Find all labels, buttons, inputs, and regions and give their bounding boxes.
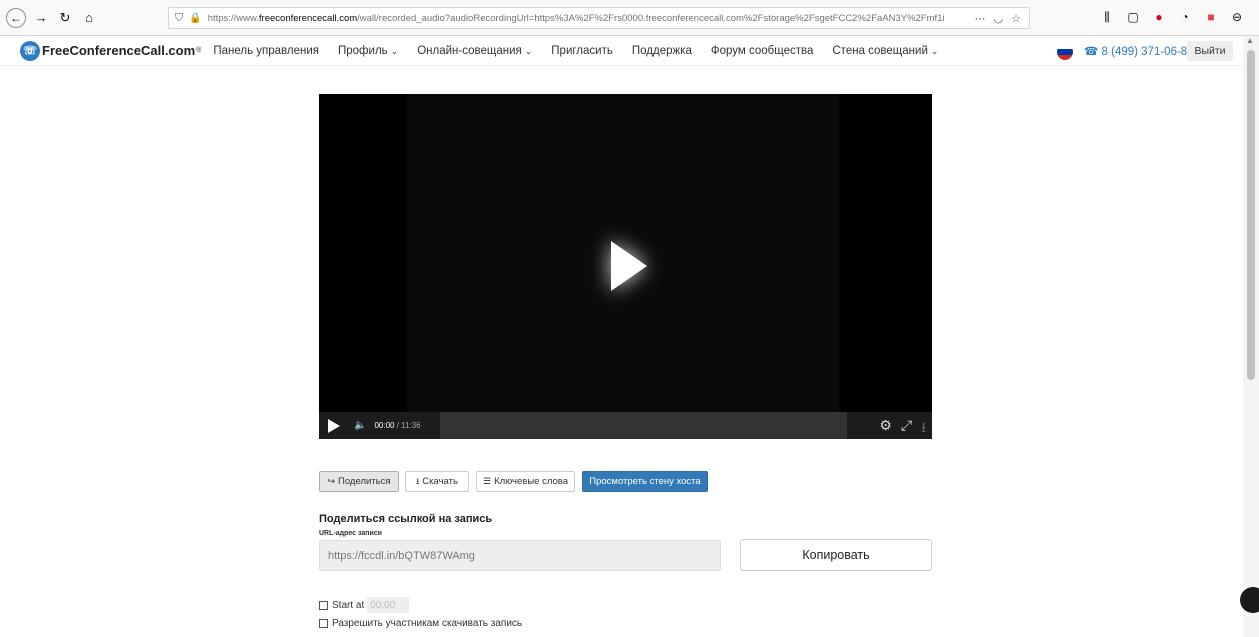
reload-icon: ↻ [59, 9, 71, 25]
volume-icon[interactable]: 🔈 [354, 420, 366, 431]
floating-chat-button[interactable] [1240, 587, 1259, 613]
download-icon[interactable]: ⭳ [921, 417, 926, 441]
home-button[interactable]: ⌂ [80, 9, 98, 27]
menu-item-label: Профиль [338, 44, 388, 57]
arrow-right-icon: → [34, 10, 48, 25]
menu-item-label: Поддержка [631, 44, 692, 57]
allow-download-checkbox[interactable] [319, 619, 328, 628]
page-scrollbar[interactable]: ▲ [1243, 36, 1259, 637]
logo-text: FreeConferenceCall.com [42, 43, 196, 58]
library-icon[interactable]: ⫼ [1100, 10, 1114, 24]
extension-badge-icon[interactable]: ● [1152, 10, 1166, 24]
share-label: Поделиться [338, 476, 391, 487]
flag-stripe-red [1057, 54, 1073, 60]
current-time: 00:00 [374, 421, 395, 430]
sidebar-icon[interactable]: ▢ [1126, 10, 1140, 24]
extension-red-icon[interactable]: ■ [1204, 10, 1218, 24]
url-prefix: https://www. [207, 12, 259, 24]
duration: 11:36 [401, 421, 421, 430]
url-field-label: URL-адрес записи [319, 530, 382, 537]
menu-item-3[interactable]: Пригласить [551, 45, 613, 57]
language-flag-icon[interactable] [1057, 44, 1073, 60]
chevron-down-icon: ⌄ [390, 45, 399, 56]
url-text: https://www.freeconferencecall.com/wall/… [208, 13, 945, 24]
address-bar[interactable]: ⛉ 🔒 https://www.freeconferencecall.com/w… [168, 7, 1030, 29]
logout-button[interactable]: Выйти [1187, 41, 1233, 61]
allow-download-row: Разрешить участникам скачивать запись [319, 618, 522, 629]
keywords-label: Ключевые слова [494, 476, 568, 487]
player-right-controls: ⚙ ⤢ ⭳ [879, 417, 926, 441]
start-at-input[interactable]: 00:00 [367, 597, 410, 613]
phone-number: 8 (499) 371-06-80 [1101, 46, 1194, 58]
forward-button[interactable]: → [32, 9, 50, 27]
allow-download-label: Разрешить участникам скачивать запись [332, 618, 523, 629]
recording-url-field[interactable]: https://fccdl.in/bQTW87WAmg [319, 540, 721, 571]
browser-toolbar: ← → ↻ ⌂ ⛉ 🔒 https://www.freeconferenceca… [0, 0, 1259, 36]
menu-item-1[interactable]: Профиль ⌄ [338, 45, 398, 57]
view-host-wall-button[interactable]: Просмотреть стену хоста [582, 471, 708, 492]
download-label: Скачать [422, 476, 458, 487]
site-header: ☏ FreeConferenceCall.com ® Панель управле… [0, 36, 1243, 66]
player-controls: 🔈 00:00 / 11:36 ⚙ ⤢ ⭳ [319, 412, 932, 439]
download-icon: ⭳ [416, 475, 420, 486]
url-path: /wall/recorded_audio?audioRecordingUrl=h… [357, 12, 945, 24]
shield-icon[interactable]: ⛉ [175, 12, 183, 25]
menu-item-2[interactable]: Онлайн-совещания ⌄ [417, 45, 532, 57]
start-at-label: Start at [332, 599, 365, 611]
site-logo[interactable]: ☏ FreeConferenceCall.com ® [20, 40, 202, 61]
menu-item-0[interactable]: Панель управления [213, 45, 319, 57]
menu-item-6[interactable]: Стена совещаний ⌄ [832, 45, 938, 57]
logo-registered-mark: ® [196, 47, 202, 54]
share-section-title: Поделиться ссылкой на запись [319, 513, 493, 525]
menu-item-label: Форум сообщества [710, 44, 814, 57]
menu-item-label: Пригласить [551, 44, 613, 57]
arrow-left-icon: ← [10, 10, 22, 25]
fullscreen-icon[interactable]: ⤢ [901, 417, 912, 441]
phone-icon: ☎ [1084, 46, 1099, 58]
copy-button[interactable]: Копировать [740, 539, 932, 571]
list-icon: ☰ [482, 476, 492, 486]
lock-icon[interactable]: 🔒 [189, 13, 201, 24]
start-at-checkbox[interactable] [319, 600, 328, 610]
main-menu: Панель управления Профиль ⌄ Онлайн-совещани… [213, 45, 957, 57]
menu-item-5[interactable]: Форум сообщества [711, 45, 814, 57]
download-button[interactable]: ⭳ Скачать [405, 471, 469, 492]
share-button[interactable]: ↪ Поделиться [319, 471, 399, 492]
support-phone[interactable]: ☎ 8 (499) 371-06-80 [1084, 44, 1194, 58]
time-display: 00:00 / 11:36 [374, 421, 420, 430]
phone-logo-icon: ☏ [20, 40, 40, 61]
start-at-row: Start at 00:00 [319, 597, 410, 613]
extension-icon[interactable]: ◔ [1178, 10, 1192, 24]
star-icon[interactable]: ☆ [1011, 12, 1021, 25]
pocket-icon[interactable]: ◡ [994, 12, 1004, 25]
reload-button[interactable]: ↻ [56, 9, 74, 27]
back-button[interactable]: ← [6, 7, 26, 28]
chevron-down-icon: ⌄ [930, 45, 939, 56]
settings-icon[interactable]: ⚙ [879, 417, 892, 441]
url-domain: freeconferencecall.com [258, 12, 358, 24]
browser-extensions: ⫼ ▢ ● ◔ ■ ⊖ ≡ [1100, 10, 1259, 25]
urlbar-actions: ⋯ ◡ ☆ [975, 12, 1021, 25]
menu-item-label: Панель управления [213, 44, 319, 57]
home-icon: ⌂ [85, 10, 93, 25]
progress-bar[interactable] [440, 412, 847, 439]
menu-item-4[interactable]: Поддержка [632, 45, 692, 57]
big-play-icon[interactable] [611, 241, 647, 291]
scroll-thumb[interactable] [1247, 50, 1255, 380]
menu-item-label: Стена совещаний [832, 44, 928, 57]
account-icon[interactable]: ⊖ [1230, 10, 1244, 24]
share-icon: ↪ [327, 476, 336, 486]
play-icon[interactable] [328, 418, 340, 433]
keywords-button[interactable]: ☰ Ключевые слова [476, 471, 575, 492]
ellipsis-icon[interactable]: ⋯ [975, 12, 986, 25]
menu-item-label: Онлайн-совещания [417, 44, 522, 57]
scroll-up-icon[interactable]: ▲ [1246, 36, 1254, 45]
chevron-down-icon: ⌄ [524, 45, 533, 56]
